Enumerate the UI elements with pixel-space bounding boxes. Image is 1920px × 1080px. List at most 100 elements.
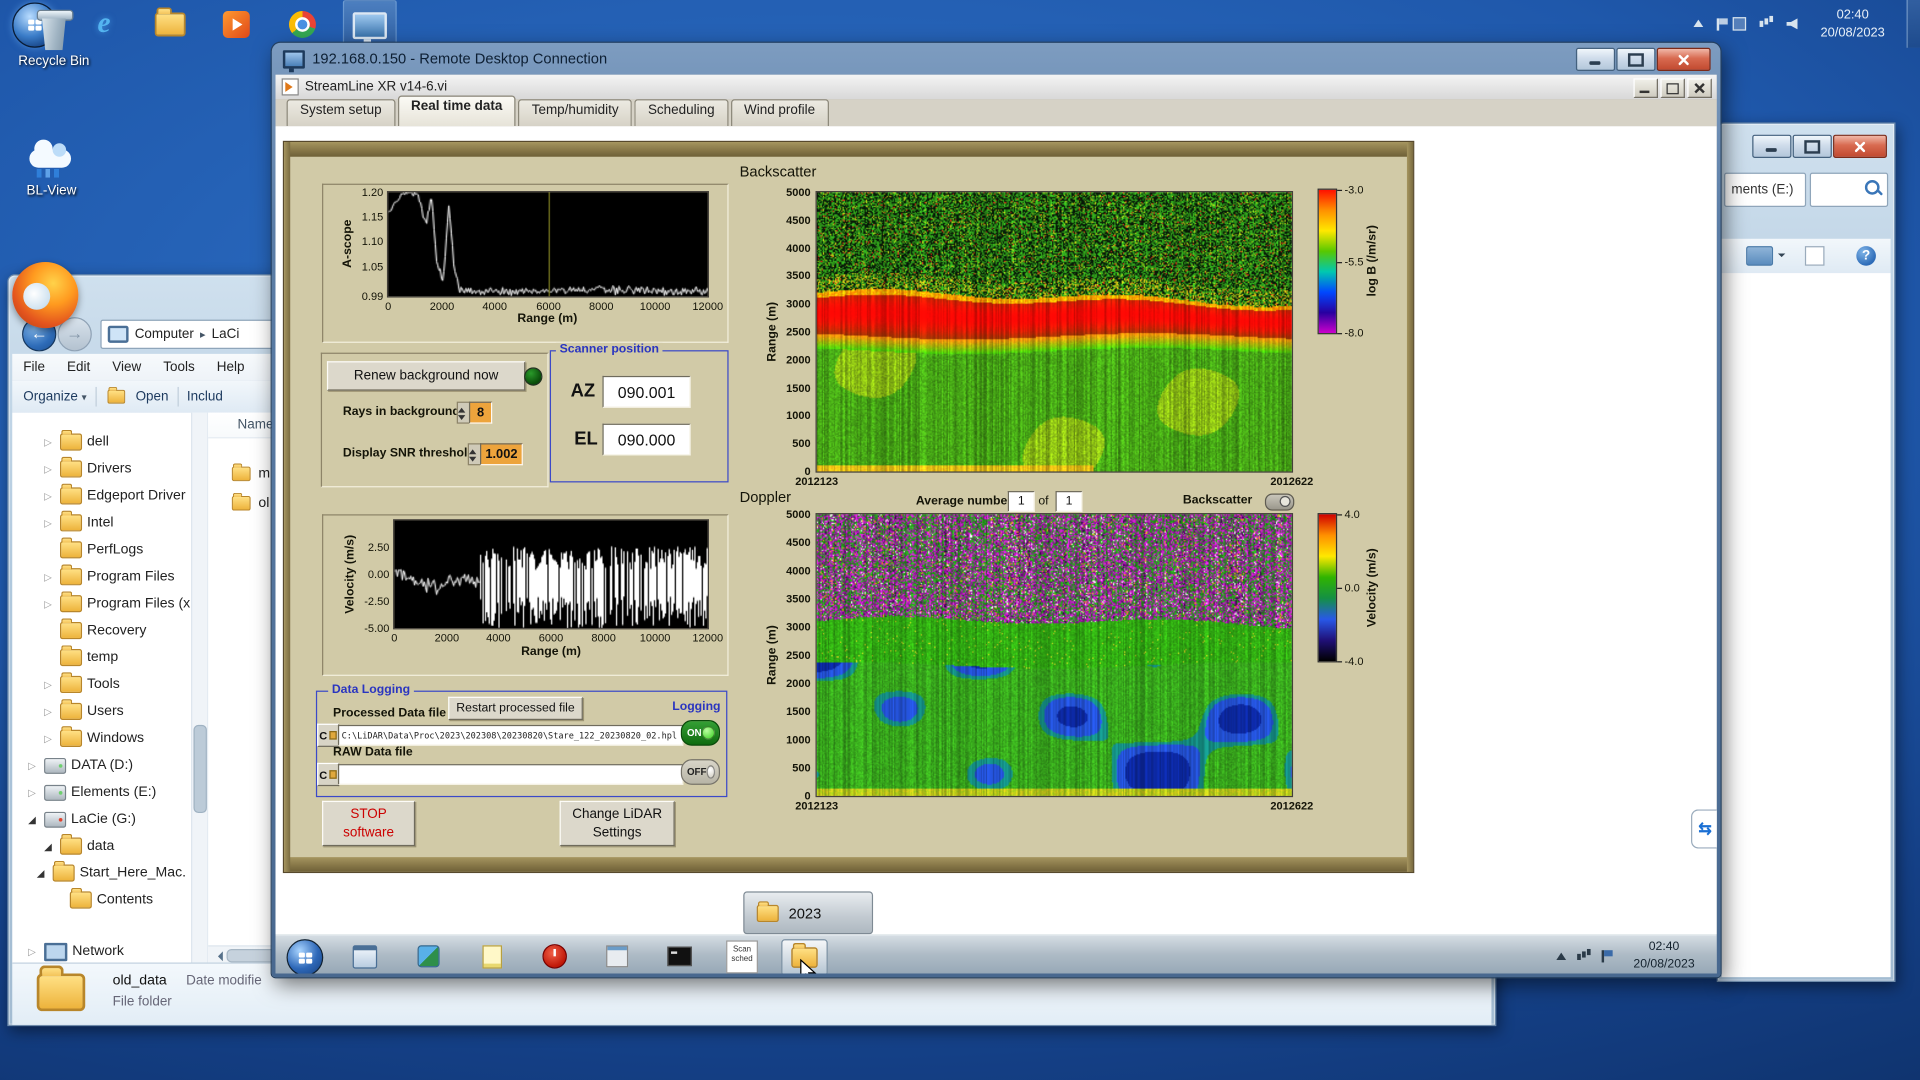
remote-start-button[interactable] — [286, 939, 324, 974]
breadcrumb-item-lacie[interactable]: LaCi — [212, 327, 240, 342]
raw-logging-toggle[interactable]: OFF — [680, 759, 720, 785]
tree-item-program-files[interactable]: ▷ Program Files — [44, 564, 175, 588]
raw-path-field[interactable] — [337, 764, 684, 785]
tray-flag-icon[interactable] — [1601, 950, 1613, 963]
chrome-taskbar-button[interactable] — [277, 0, 328, 48]
expander-icon[interactable]: ▷ — [44, 733, 55, 744]
expander-icon[interactable]: ▷ — [28, 787, 39, 798]
desktop-icon-recycle-bin[interactable]: Recycle Bin — [10, 7, 98, 69]
include-button[interactable]: Includ — [187, 389, 223, 404]
tree-item-start-here-mac[interactable]: ◢ Start_Here_Mac. — [37, 860, 186, 885]
views-icon[interactable] — [1746, 246, 1786, 266]
list-item[interactable]: ol — [230, 491, 269, 515]
help-icon[interactable]: ? — [1856, 246, 1876, 266]
taskbar-app2-button[interactable] — [407, 939, 451, 973]
organize-menu[interactable]: Organize ▾ — [23, 389, 86, 404]
tab-wind-profile[interactable]: Wind profile — [730, 99, 829, 127]
tree-item-network[interactable]: ▷ Network — [28, 939, 124, 963]
scrollbar-thumb[interactable] — [193, 724, 207, 814]
el-value-field[interactable]: 090.000 — [602, 423, 691, 456]
tab-temp-humidity[interactable]: Temp/humidity — [518, 99, 633, 127]
tree-item-users[interactable]: ▷ Users — [44, 699, 124, 723]
tree-item-tools[interactable]: ▷ Tools — [44, 672, 120, 696]
expander-icon[interactable]: ▷ — [44, 463, 55, 474]
tray-network-icon[interactable] — [1759, 20, 1764, 27]
tree-item-intel[interactable]: ▷ Intel — [44, 510, 114, 535]
tab-system-setup[interactable]: System setup — [286, 99, 396, 127]
rdp-titlebar[interactable]: 192.168.0.150 - Remote Desktop Connectio… — [272, 43, 1721, 75]
explorer-taskbar-button[interactable] — [144, 0, 195, 48]
processed-drive-box[interactable]: C — [317, 723, 340, 747]
tree-item-elements-e[interactable]: ▷ Elements (E:) — [28, 780, 156, 804]
menu-edit[interactable]: Edit — [56, 360, 101, 375]
taskbar-scan-sched-button[interactable]: Scan sched — [720, 939, 764, 973]
backscatter-toggle[interactable] — [1264, 493, 1295, 511]
restart-processed-button[interactable]: Restart processed file — [448, 696, 583, 720]
tree-item-perflogs[interactable]: PerfLogs — [44, 537, 143, 562]
breadcrumb-item-computer[interactable]: Computer — [135, 327, 194, 342]
scroll-left-icon[interactable] — [208, 947, 224, 963]
minimize-button[interactable] — [1575, 47, 1616, 72]
taskbar-power-button[interactable] — [533, 939, 577, 973]
close-button[interactable] — [1656, 47, 1711, 72]
tree-item-lacie-g[interactable]: ◢ LaCie (G:) — [28, 807, 136, 831]
folder-2023-button[interactable]: 2023 — [743, 891, 874, 935]
expander-icon[interactable]: ◢ — [37, 868, 48, 879]
expander-icon[interactable]: ▷ — [28, 946, 39, 957]
expander-icon[interactable]: ▷ — [44, 490, 55, 501]
expander-icon[interactable]: ▷ — [44, 571, 55, 582]
taskbar-setup-button[interactable] — [595, 939, 639, 973]
close-button[interactable] — [1833, 134, 1887, 158]
search-input[interactable] — [1809, 172, 1889, 207]
tab-scheduling[interactable]: Scheduling — [634, 99, 729, 127]
average-number-field[interactable]: 1 — [1007, 491, 1035, 512]
maximize-button[interactable] — [1792, 134, 1832, 158]
tray-flag-icon[interactable] — [1716, 17, 1728, 30]
restore-button[interactable] — [1660, 78, 1685, 98]
expander-icon[interactable]: ▷ — [28, 760, 39, 771]
change-lidar-settings-button[interactable]: Change LiDAR Settings — [559, 800, 675, 847]
snr-value[interactable]: 1.002 — [480, 443, 523, 466]
tree-item-drivers[interactable]: ▷ Drivers — [44, 456, 132, 481]
expander-icon[interactable]: ▷ — [44, 706, 55, 717]
expander-icon[interactable]: ▷ — [44, 679, 55, 690]
close-button[interactable] — [1687, 78, 1712, 98]
minimize-button[interactable] — [1752, 134, 1792, 158]
preview-pane-icon[interactable] — [1804, 246, 1825, 266]
media-player-taskbar-button[interactable] — [211, 0, 262, 48]
tree-item-dell[interactable]: ▷ dell — [44, 429, 109, 454]
desktop-icon-bl-view[interactable]: BL-View — [7, 135, 95, 198]
tab-real-time-data[interactable]: Real time data — [397, 95, 516, 127]
processed-logging-toggle[interactable]: ON — [680, 720, 720, 746]
tree-item-data[interactable]: ◢ data — [44, 833, 114, 858]
tree-item-data-d[interactable]: ▷ DATA (D:) — [28, 753, 133, 777]
az-value-field[interactable]: 090.001 — [602, 375, 691, 408]
tray-network-icon[interactable] — [1577, 953, 1581, 960]
open-button[interactable]: Open — [136, 389, 169, 404]
tree-scrollbar[interactable] — [191, 412, 207, 964]
menu-help[interactable]: Help — [206, 360, 256, 375]
taskbar-notes-button[interactable] — [470, 939, 514, 973]
expander-icon[interactable]: ▷ — [44, 437, 55, 448]
tray-expand-icon[interactable] — [1693, 15, 1704, 27]
average-count-field[interactable]: 1 — [1055, 491, 1083, 512]
menu-file[interactable]: File — [12, 360, 56, 375]
tray-box-icon[interactable] — [1732, 17, 1747, 31]
rays-value[interactable]: 8 — [468, 401, 493, 424]
tray-volume-icon[interactable] — [1786, 18, 1798, 30]
maximize-button[interactable] — [1616, 47, 1656, 72]
list-item[interactable]: m — [230, 462, 270, 486]
tree-item-contents[interactable]: Contents — [54, 887, 153, 912]
expander-icon[interactable]: ▷ — [44, 598, 55, 609]
expander-icon[interactable]: ▷ — [44, 517, 55, 528]
expander-icon[interactable]: ◢ — [44, 841, 55, 852]
raw-drive-box[interactable]: C — [317, 762, 340, 787]
show-desktop-button[interactable] — [1906, 0, 1920, 48]
processed-path-field[interactable]: C:\LiDAR\Data\Proc\2023\202308\20230820\… — [337, 724, 684, 746]
remote-clock[interactable]: 02:40 20/08/2023 — [1633, 939, 1694, 972]
teamviewer-panel-icon[interactable]: ⇆ — [1691, 809, 1717, 849]
menu-view[interactable]: View — [101, 360, 152, 375]
firefox-window-peek[interactable] — [12, 262, 79, 329]
host-clock[interactable]: 02:40 20/08/2023 — [1805, 6, 1901, 42]
minimize-button[interactable] — [1633, 78, 1658, 98]
